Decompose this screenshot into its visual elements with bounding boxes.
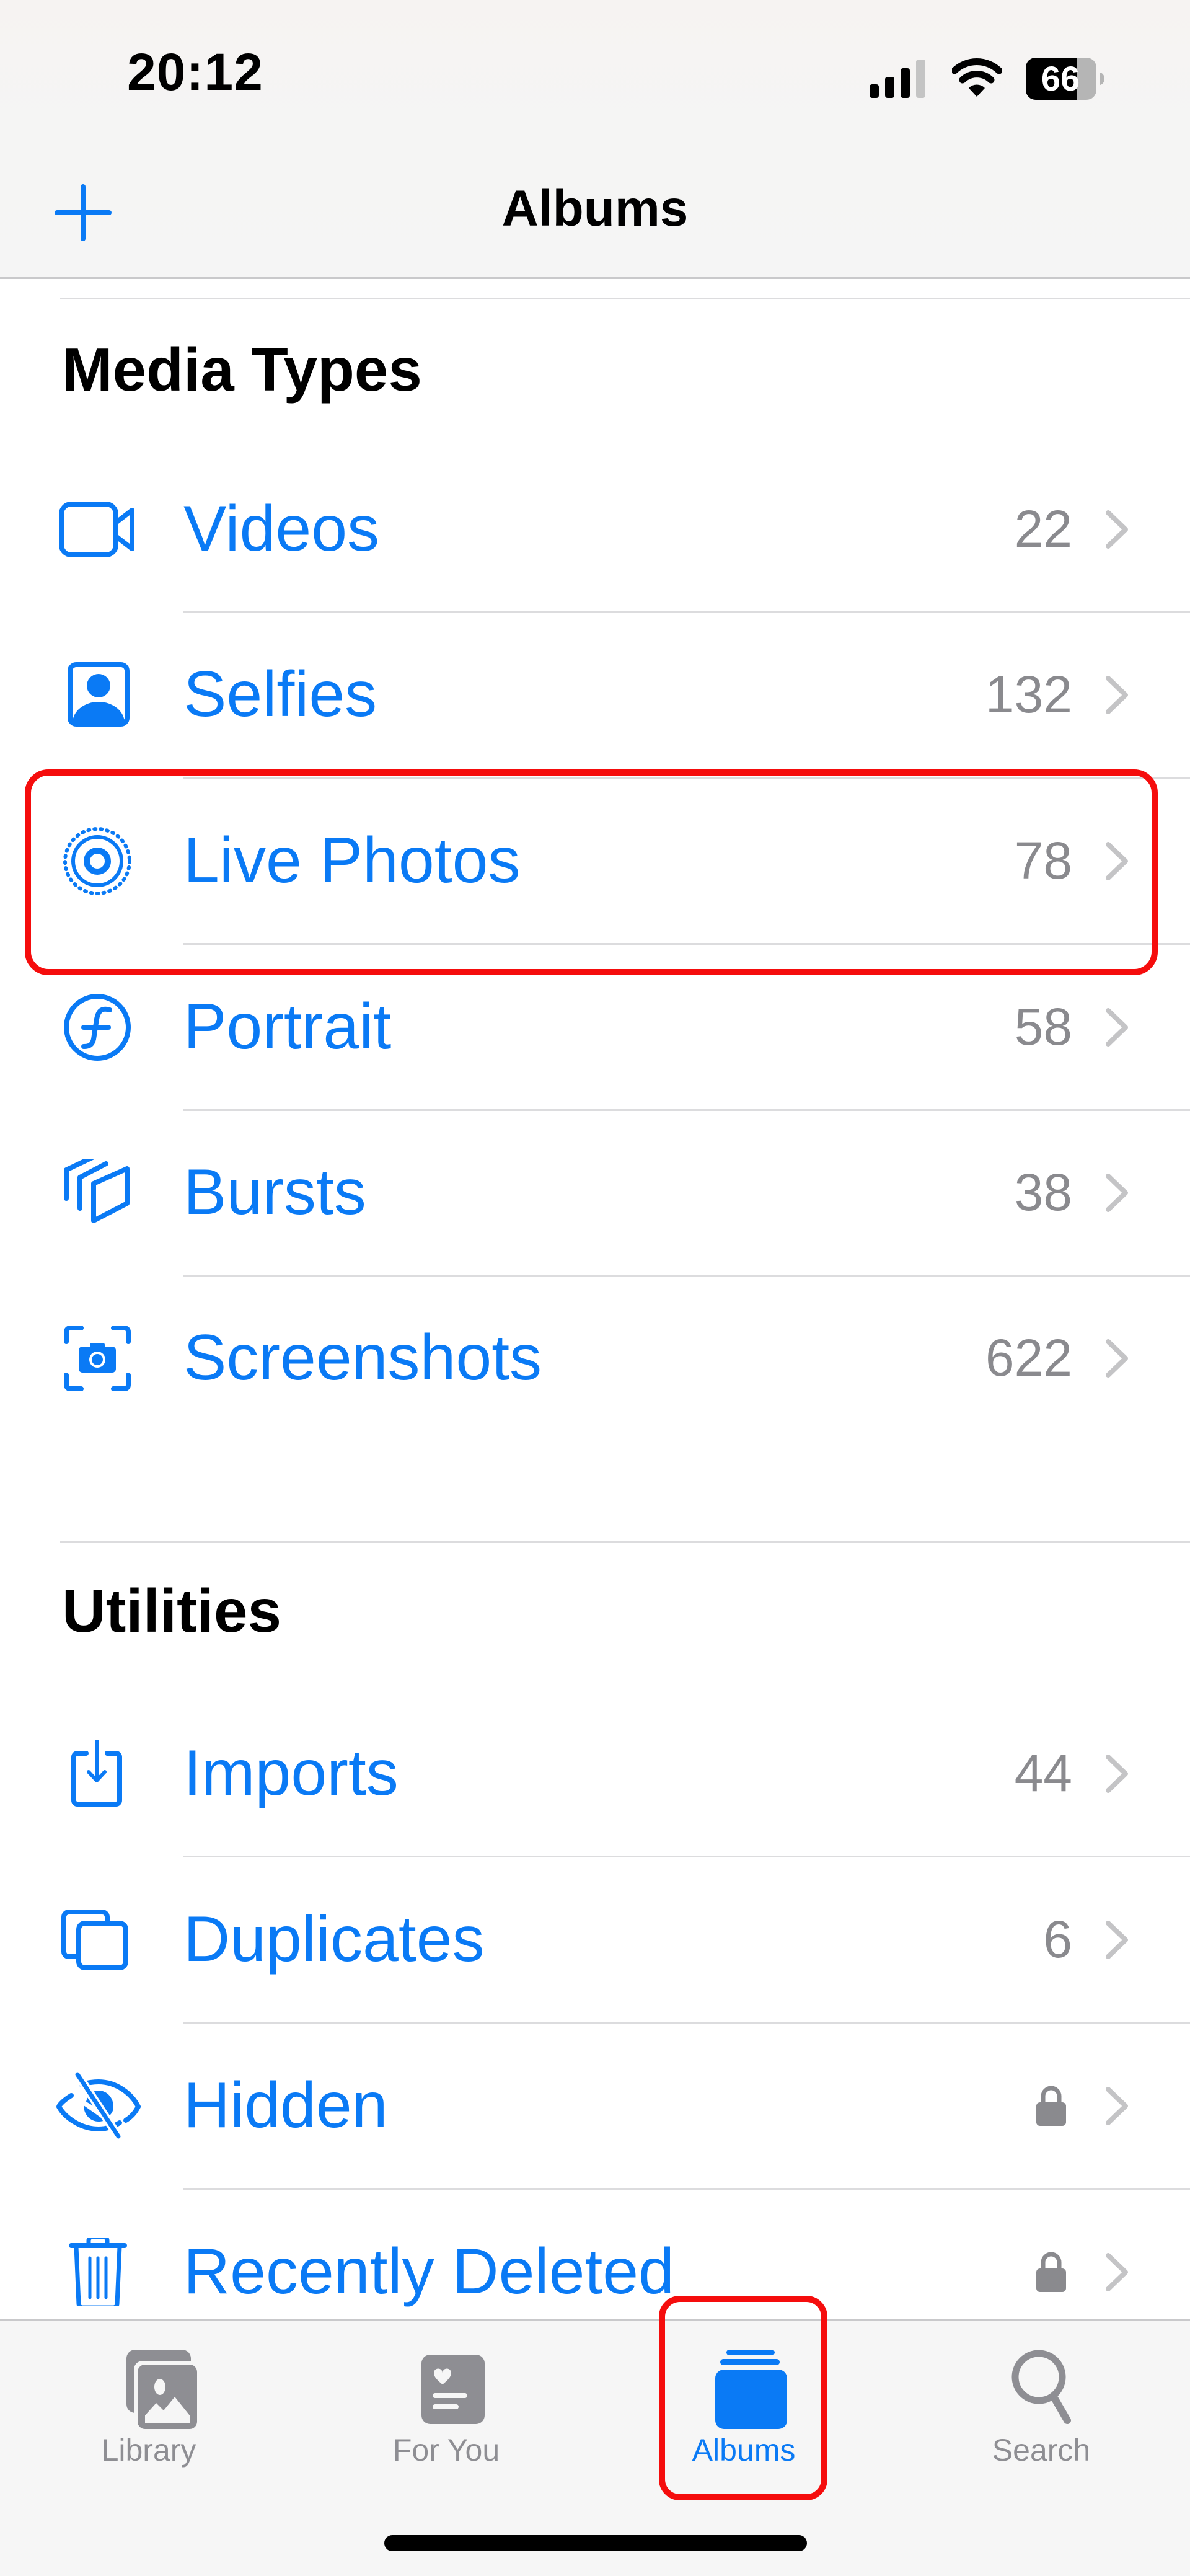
album-row-screenshots[interactable]: Screenshots 622 xyxy=(0,1275,1190,1441)
tab-library[interactable]: Library xyxy=(25,2331,273,2480)
section-title-media-types: Media Types xyxy=(62,335,422,404)
tab-bar-divider xyxy=(0,2319,1190,2321)
album-row-imports[interactable]: Imports 44 xyxy=(0,1690,1190,1857)
signal-bar-4 xyxy=(916,60,925,98)
magnifying-glass-icon xyxy=(1011,2350,1071,2424)
album-label: Videos xyxy=(183,493,380,565)
album-label: Duplicates xyxy=(183,1903,485,1975)
album-count: 132 xyxy=(985,665,1072,724)
album-label: Selfies xyxy=(183,658,377,730)
album-label: Bursts xyxy=(183,1156,366,1228)
album-count: 44 xyxy=(1014,1744,1072,1802)
signal-bar-2 xyxy=(885,77,894,98)
trash-icon xyxy=(69,2238,127,2306)
lock-icon xyxy=(1036,2086,1066,2126)
photo-library-icon xyxy=(126,2350,198,2430)
import-tray-icon xyxy=(71,1740,122,1807)
selfie-person-icon xyxy=(68,662,130,727)
album-row-hidden[interactable]: Hidden xyxy=(0,2022,1190,2190)
eye-slash-icon xyxy=(56,2072,141,2139)
tab-label: Search xyxy=(992,2433,1091,2468)
chevron-right-icon xyxy=(1106,1921,1128,1959)
tab-for-you[interactable]: For You xyxy=(322,2331,570,2480)
signal-bar-1 xyxy=(870,84,879,98)
album-label: Imports xyxy=(183,1737,399,1809)
album-count: 622 xyxy=(985,1329,1072,1387)
chevron-right-icon xyxy=(1106,2253,1128,2291)
chevron-right-icon xyxy=(1106,1755,1128,1793)
portrait-aperture-icon xyxy=(64,994,131,1061)
album-row-selfies[interactable]: Selfies 132 xyxy=(0,611,1190,779)
album-count: 38 xyxy=(1014,1163,1072,1221)
section-title-utilities: Utilities xyxy=(62,1577,281,1645)
highlight-live-photos xyxy=(25,769,1158,975)
album-label: Hidden xyxy=(183,2069,388,2141)
album-row-duplicates[interactable]: Duplicates 6 xyxy=(0,1856,1190,2024)
status-time: 20:12 xyxy=(127,43,263,101)
chevron-right-icon xyxy=(1106,1008,1128,1047)
chevron-right-icon xyxy=(1106,1174,1128,1212)
page-title: Albums xyxy=(501,180,689,237)
burst-stack-icon xyxy=(64,1159,130,1223)
tab-label: Library xyxy=(101,2433,196,2468)
header-divider xyxy=(0,277,1190,279)
tab-label: For You xyxy=(392,2433,500,2468)
album-label: Screenshots xyxy=(183,1322,542,1394)
album-count: 22 xyxy=(1014,500,1072,558)
battery-percentage: 66 xyxy=(1041,59,1080,98)
signal-bar-3 xyxy=(901,68,910,98)
highlight-albums-tab xyxy=(659,2296,827,2500)
for-you-card-icon xyxy=(421,2355,485,2424)
album-row-bursts[interactable]: Bursts 38 xyxy=(0,1109,1190,1277)
section-divider xyxy=(60,1541,1190,1543)
chevron-right-icon xyxy=(1106,676,1128,714)
duplicates-icon xyxy=(61,1910,128,1970)
section-divider xyxy=(60,298,1190,299)
home-indicator[interactable] xyxy=(384,2535,807,2551)
chevron-right-icon xyxy=(1106,1339,1128,1378)
cellular-signal-icon xyxy=(870,60,925,98)
lock-icon xyxy=(1036,2252,1066,2292)
album-row-videos[interactable]: Videos 22 xyxy=(0,446,1190,613)
album-count: 6 xyxy=(1043,1910,1072,1968)
video-camera-icon xyxy=(59,502,134,557)
tab-search[interactable]: Search xyxy=(917,2331,1165,2480)
screenshot-camera-icon xyxy=(64,1326,131,1391)
chevron-right-icon xyxy=(1106,2087,1128,2125)
wifi-icon xyxy=(952,58,1002,97)
chevron-right-icon xyxy=(1106,510,1128,549)
